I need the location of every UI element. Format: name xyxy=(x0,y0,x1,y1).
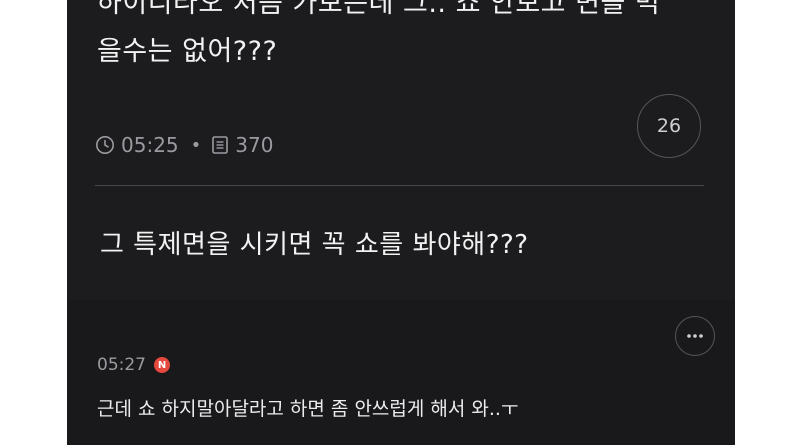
post-body-line: 을수는 없어??? xyxy=(97,36,278,67)
more-horizontal-icon xyxy=(687,334,703,338)
app-screen: 하이디라오 처음 가보는데 그.. 쇼 안보고 면을 먹 을수는 없어??? 0… xyxy=(67,0,735,445)
divider xyxy=(95,185,704,186)
reply-item: 05:27 N 근데 쇼 하지말아달라고 하면 좀 안쓰럽게 해서 와..ㅜ xyxy=(67,300,735,445)
separator-dot: • xyxy=(190,134,202,156)
reply-time: 05:27 xyxy=(97,355,146,375)
comment-count: 26 xyxy=(656,115,682,137)
post-views: 370 xyxy=(235,133,274,157)
post-body: 하이디라오 처음 가보는데 그.. 쇼 안보고 면을 먹 을수는 없어??? xyxy=(97,0,717,76)
document-icon xyxy=(211,135,229,155)
new-badge: N xyxy=(154,357,170,373)
clock-icon xyxy=(95,135,115,155)
post-title-link[interactable]: 그 특제면을 시키면 꼭 쇼를 봐야해??? xyxy=(100,224,529,261)
post-meta: 05:25 • 370 xyxy=(95,131,273,159)
reply-text: 근데 쇼 하지말아달라고 하면 좀 안쓰럽게 해서 와..ㅜ xyxy=(97,398,519,420)
comment-count-button[interactable]: 26 xyxy=(637,94,701,158)
reply-meta: 05:27 N xyxy=(97,355,170,375)
post-body-line: 하이디라오 처음 가보는데 그.. 쇼 안보고 면을 먹 xyxy=(97,0,661,19)
post-time: 05:25 xyxy=(121,133,179,157)
more-options-button[interactable] xyxy=(675,316,715,356)
